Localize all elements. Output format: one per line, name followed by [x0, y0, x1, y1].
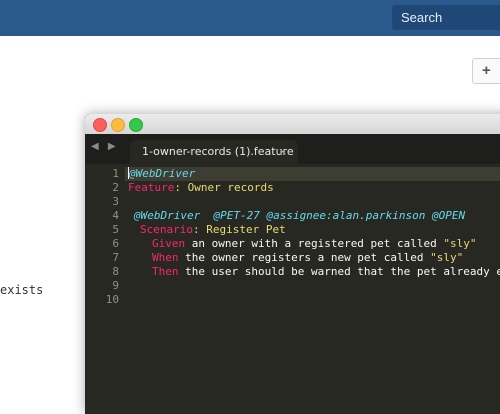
keyword-when: When [152, 251, 179, 264]
top-navigation-bar: Search [0, 0, 500, 36]
line-number: 5 [89, 223, 119, 236]
line-number: 6 [89, 237, 119, 250]
line-number: 8 [89, 265, 119, 278]
line-number: 7 [89, 251, 119, 264]
add-button[interactable]: + [472, 58, 500, 84]
tags-line: @WebDriver @PET-27 @assignee:alan.parkin… [134, 209, 465, 222]
code-line-2: Feature: Owner records [128, 181, 274, 195]
line-number: 3 [89, 195, 119, 208]
code-line-1: @WebDriver [125, 167, 500, 181]
line-number: 1 [89, 167, 119, 180]
keyword-then: Then [152, 265, 179, 278]
code-line-4: @WebDriver @PET-27 @assignee:alan.parkin… [134, 209, 465, 223]
search-input[interactable]: Search [392, 5, 500, 30]
tab-bar: ◀ ▶ 1-owner-records (1).feature × [85, 134, 500, 164]
maximize-window-button[interactable] [129, 118, 143, 132]
code-editor[interactable]: @WebDriver Feature: Owner records @WebDr… [125, 164, 500, 414]
step-text: the user should be warned that the pet a… [179, 265, 500, 278]
code-line-7: When the owner registers a new pet calle… [152, 251, 463, 265]
tag-webdriver: @WebDriver [129, 167, 195, 180]
minimize-window-button[interactable] [111, 118, 125, 132]
string-literal: "sly" [443, 237, 476, 250]
background-text: exists [0, 283, 43, 297]
feature-title: : Owner records [174, 181, 273, 194]
tab-title: 1-owner-records (1).feature [142, 145, 294, 158]
scenario-title: : Register Pet [193, 223, 286, 236]
code-line-5: Scenario: Register Pet [140, 223, 286, 237]
line-number: 4 [89, 209, 119, 222]
editor-window: ◀ ▶ 1-owner-records (1).feature × 1 2 3 … [85, 114, 500, 414]
step-text: an owner with a registered pet called [185, 237, 443, 250]
tab-close-icon[interactable]: × [278, 140, 287, 164]
close-window-button[interactable] [93, 118, 107, 132]
code-line-6: Given an owner with a registered pet cal… [152, 237, 477, 251]
string-literal: "sly" [430, 251, 463, 264]
tab-feature-file[interactable]: 1-owner-records (1).feature × [130, 140, 298, 164]
tab-navigation-arrows-icon[interactable]: ◀ ▶ [91, 141, 119, 152]
window-titlebar [85, 114, 500, 134]
line-number: 9 [89, 279, 119, 292]
keyword-feature: Feature [128, 181, 174, 194]
line-number-gutter: 1 2 3 4 5 6 7 8 9 10 [85, 164, 125, 414]
line-number: 2 [89, 181, 119, 194]
line-number: 10 [89, 293, 119, 306]
step-text: the owner registers a new pet called [179, 251, 431, 264]
code-line-8: Then the user should be warned that the … [152, 265, 500, 279]
keyword-scenario: Scenario [140, 223, 193, 236]
keyword-given: Given [152, 237, 185, 250]
